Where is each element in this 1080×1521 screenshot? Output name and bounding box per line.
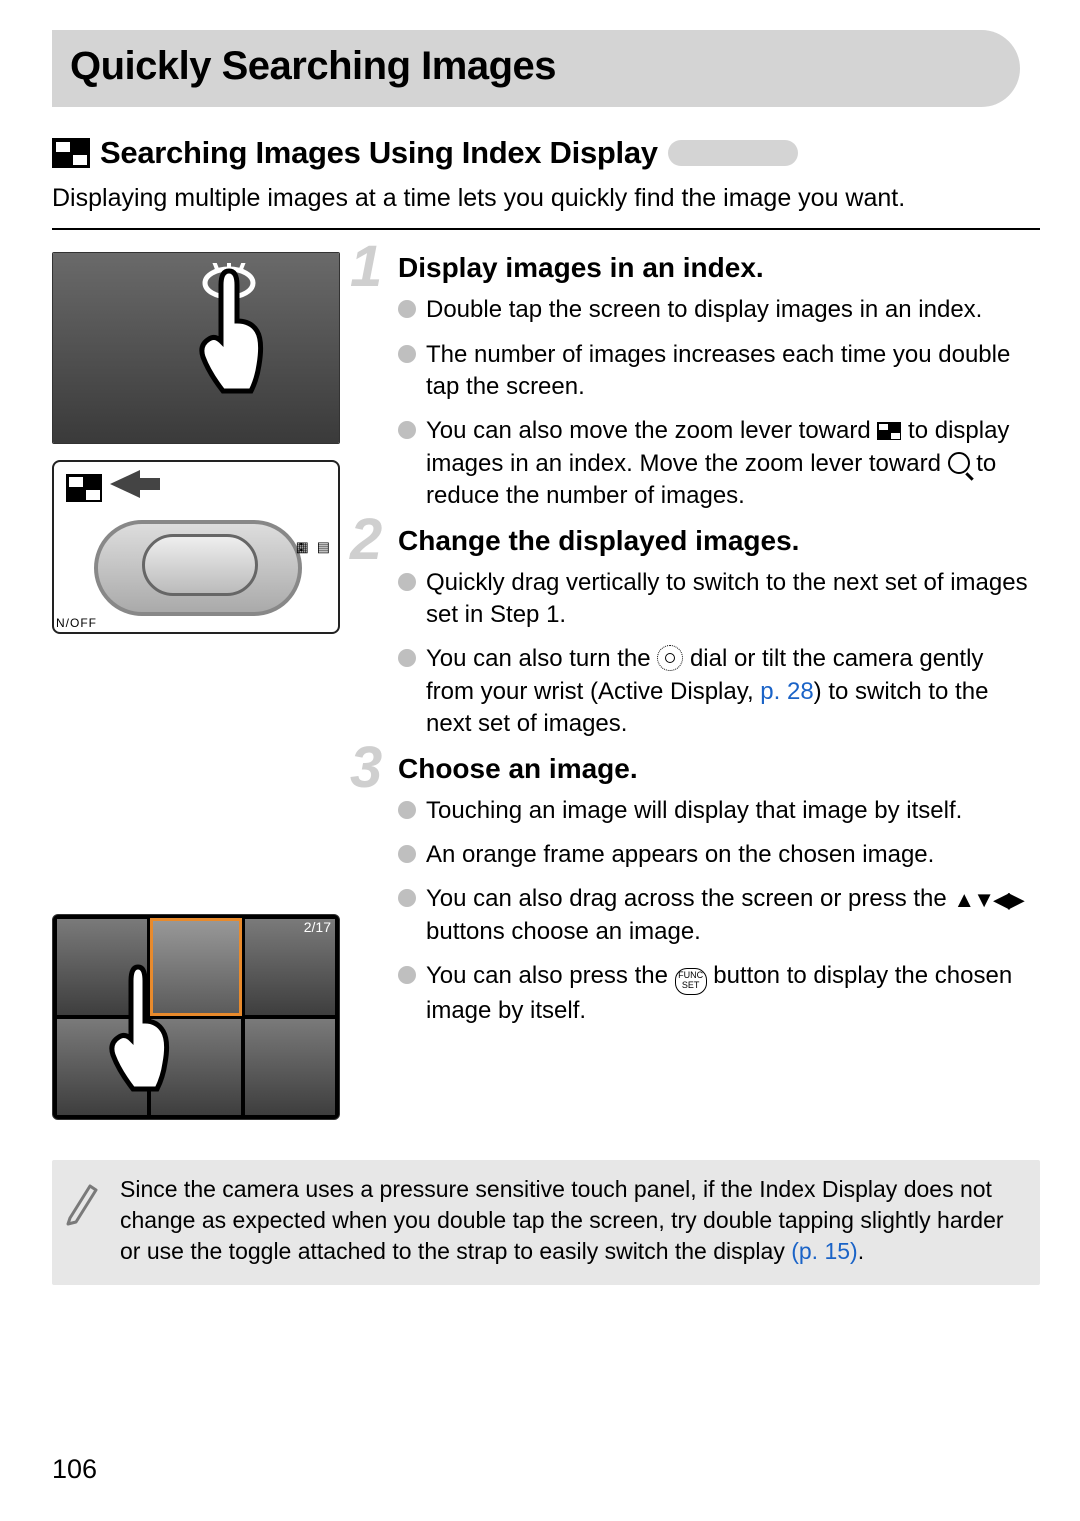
control-dial-icon: [657, 645, 683, 671]
bullet: You can also turn the dial or tilt the c…: [398, 643, 1030, 740]
illustration-index-grid: 2/17: [52, 914, 340, 1120]
step-bullets: Touching an image will display that imag…: [398, 795, 1030, 1028]
page-ref-link[interactable]: (p. 15): [791, 1238, 857, 1264]
section-heading: Searching Images Using Index Display: [100, 135, 658, 171]
dpad-arrows-icon: ▲▼◀▶: [953, 887, 1022, 912]
bullet: You can also press the FUNCSET button to…: [398, 960, 1030, 1027]
shutter-ring-icon: [94, 520, 302, 616]
page-number: 106: [52, 1454, 97, 1485]
note-pencil-icon: [62, 1174, 102, 1267]
page-ref-link[interactable]: p. 28: [760, 678, 813, 705]
step-number: 1: [350, 238, 382, 296]
step-heading: Choose an image.: [398, 753, 1030, 785]
step-3: 3 Choose an image. Touching an image wil…: [358, 753, 1030, 1028]
steps-column: 1 Display images in an index. Double tap…: [358, 252, 1040, 1136]
page-title: Quickly Searching Images: [70, 44, 1000, 89]
arrow-left-icon: [110, 470, 140, 498]
page-title-bar: Quickly Searching Images: [52, 30, 1020, 107]
double-tap-hand-icon: [189, 263, 269, 413]
bullet: The number of images increases each time…: [398, 339, 1030, 404]
side-icons: ▦ ▤: [296, 539, 332, 556]
tap-hand-icon: [103, 961, 173, 1101]
note-box: Since the camera uses a pressure sensiti…: [52, 1160, 1040, 1285]
step-bullets: Double tap the screen to display images …: [398, 294, 1030, 512]
index-display-icon: [877, 422, 901, 440]
bullet: Double tap the screen to display images …: [398, 294, 1030, 326]
step-2: 2 Change the displayed images. Quickly d…: [358, 525, 1030, 741]
illustration-column: : ▦ ▤ N/OFF 2/17: [52, 252, 340, 1136]
on-off-label: N/OFF: [56, 616, 97, 630]
section-intro: Displaying multiple images at a time let…: [52, 183, 1040, 214]
body-columns: : ▦ ▤ N/OFF 2/17 1: [52, 252, 1040, 1136]
illustration-zoom-lever: : ▦ ▤ N/OFF: [52, 460, 340, 634]
magnify-icon: [948, 452, 970, 474]
func-set-icon: FUNCSET: [675, 968, 707, 995]
step-bullets: Quickly drag vertically to switch to the…: [398, 567, 1030, 741]
manual-page: Quickly Searching Images Searching Image…: [0, 0, 1080, 1521]
step-heading: Change the displayed images.: [398, 525, 1030, 557]
index-display-icon: [52, 138, 90, 168]
step-heading: Display images in an index.: [398, 252, 1030, 284]
section-header-row: Searching Images Using Index Display: [52, 135, 1020, 171]
note-text: Since the camera uses a pressure sensiti…: [120, 1174, 1024, 1267]
bullet: Touching an image will display that imag…: [398, 795, 1030, 827]
step-number: 2: [350, 511, 382, 569]
step-1: 1 Display images in an index. Double tap…: [358, 252, 1030, 512]
bullet: You can also move the zoom lever toward …: [398, 415, 1030, 512]
illustration-double-tap: [52, 252, 340, 444]
bullet: Quickly drag vertically to switch to the…: [398, 567, 1030, 632]
heading-cap-decoration: [668, 140, 798, 166]
index-display-icon: [66, 474, 102, 502]
separator: [52, 228, 1040, 230]
bullet: You can also drag across the screen or p…: [398, 883, 1030, 948]
bullet: An orange frame appears on the chosen im…: [398, 839, 1030, 871]
step-number: 3: [350, 739, 382, 797]
index-counter: 2/17: [304, 919, 331, 935]
